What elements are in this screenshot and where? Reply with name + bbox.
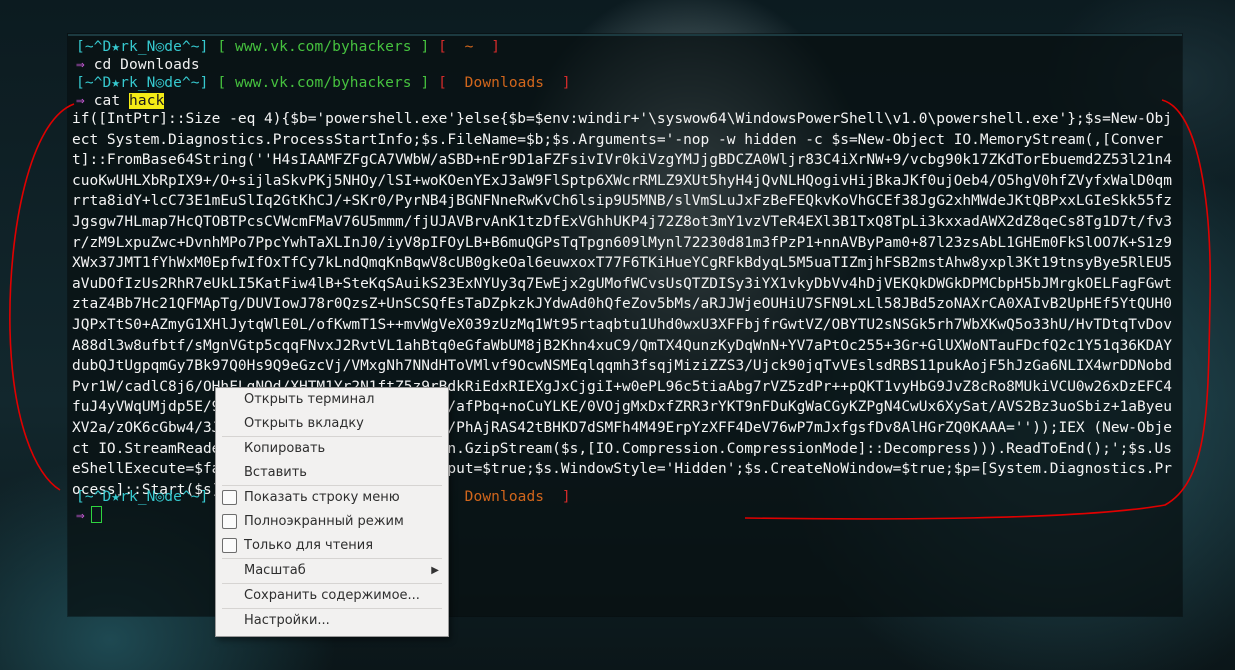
menu-item-preferences[interactable]: Настройки...: [216, 609, 448, 632]
context-menu: Открыть терминал Открыть вкладку Копиров…: [215, 387, 449, 637]
menu-item-show-menubar[interactable]: Показать строку меню: [216, 486, 448, 509]
annotation-bracket-right: [744, 99, 1212, 520]
checkbox-icon[interactable]: [222, 538, 237, 553]
menu-item-fullscreen[interactable]: Полноэкранный режим: [216, 510, 448, 533]
menu-item-read-only[interactable]: Только для чтения: [216, 534, 448, 557]
submenu-arrow-icon: ▶: [431, 565, 439, 576]
menu-item-open-tab[interactable]: Открыть вкладку: [216, 412, 448, 435]
checkbox-icon[interactable]: [222, 514, 237, 529]
menu-item-save-contents[interactable]: Сохранить содержимое...: [216, 584, 448, 607]
annotation-bracket-left: [9, 103, 75, 491]
red-annotation-marks: [9, 99, 1212, 520]
menu-item-zoom[interactable]: Масштаб ▶: [216, 559, 448, 582]
menu-item-copy[interactable]: Копировать: [216, 437, 448, 460]
checkbox-icon[interactable]: [222, 490, 237, 505]
menu-item-paste[interactable]: Вставить: [216, 461, 448, 484]
menu-item-open-terminal[interactable]: Открыть терминал: [216, 388, 448, 411]
